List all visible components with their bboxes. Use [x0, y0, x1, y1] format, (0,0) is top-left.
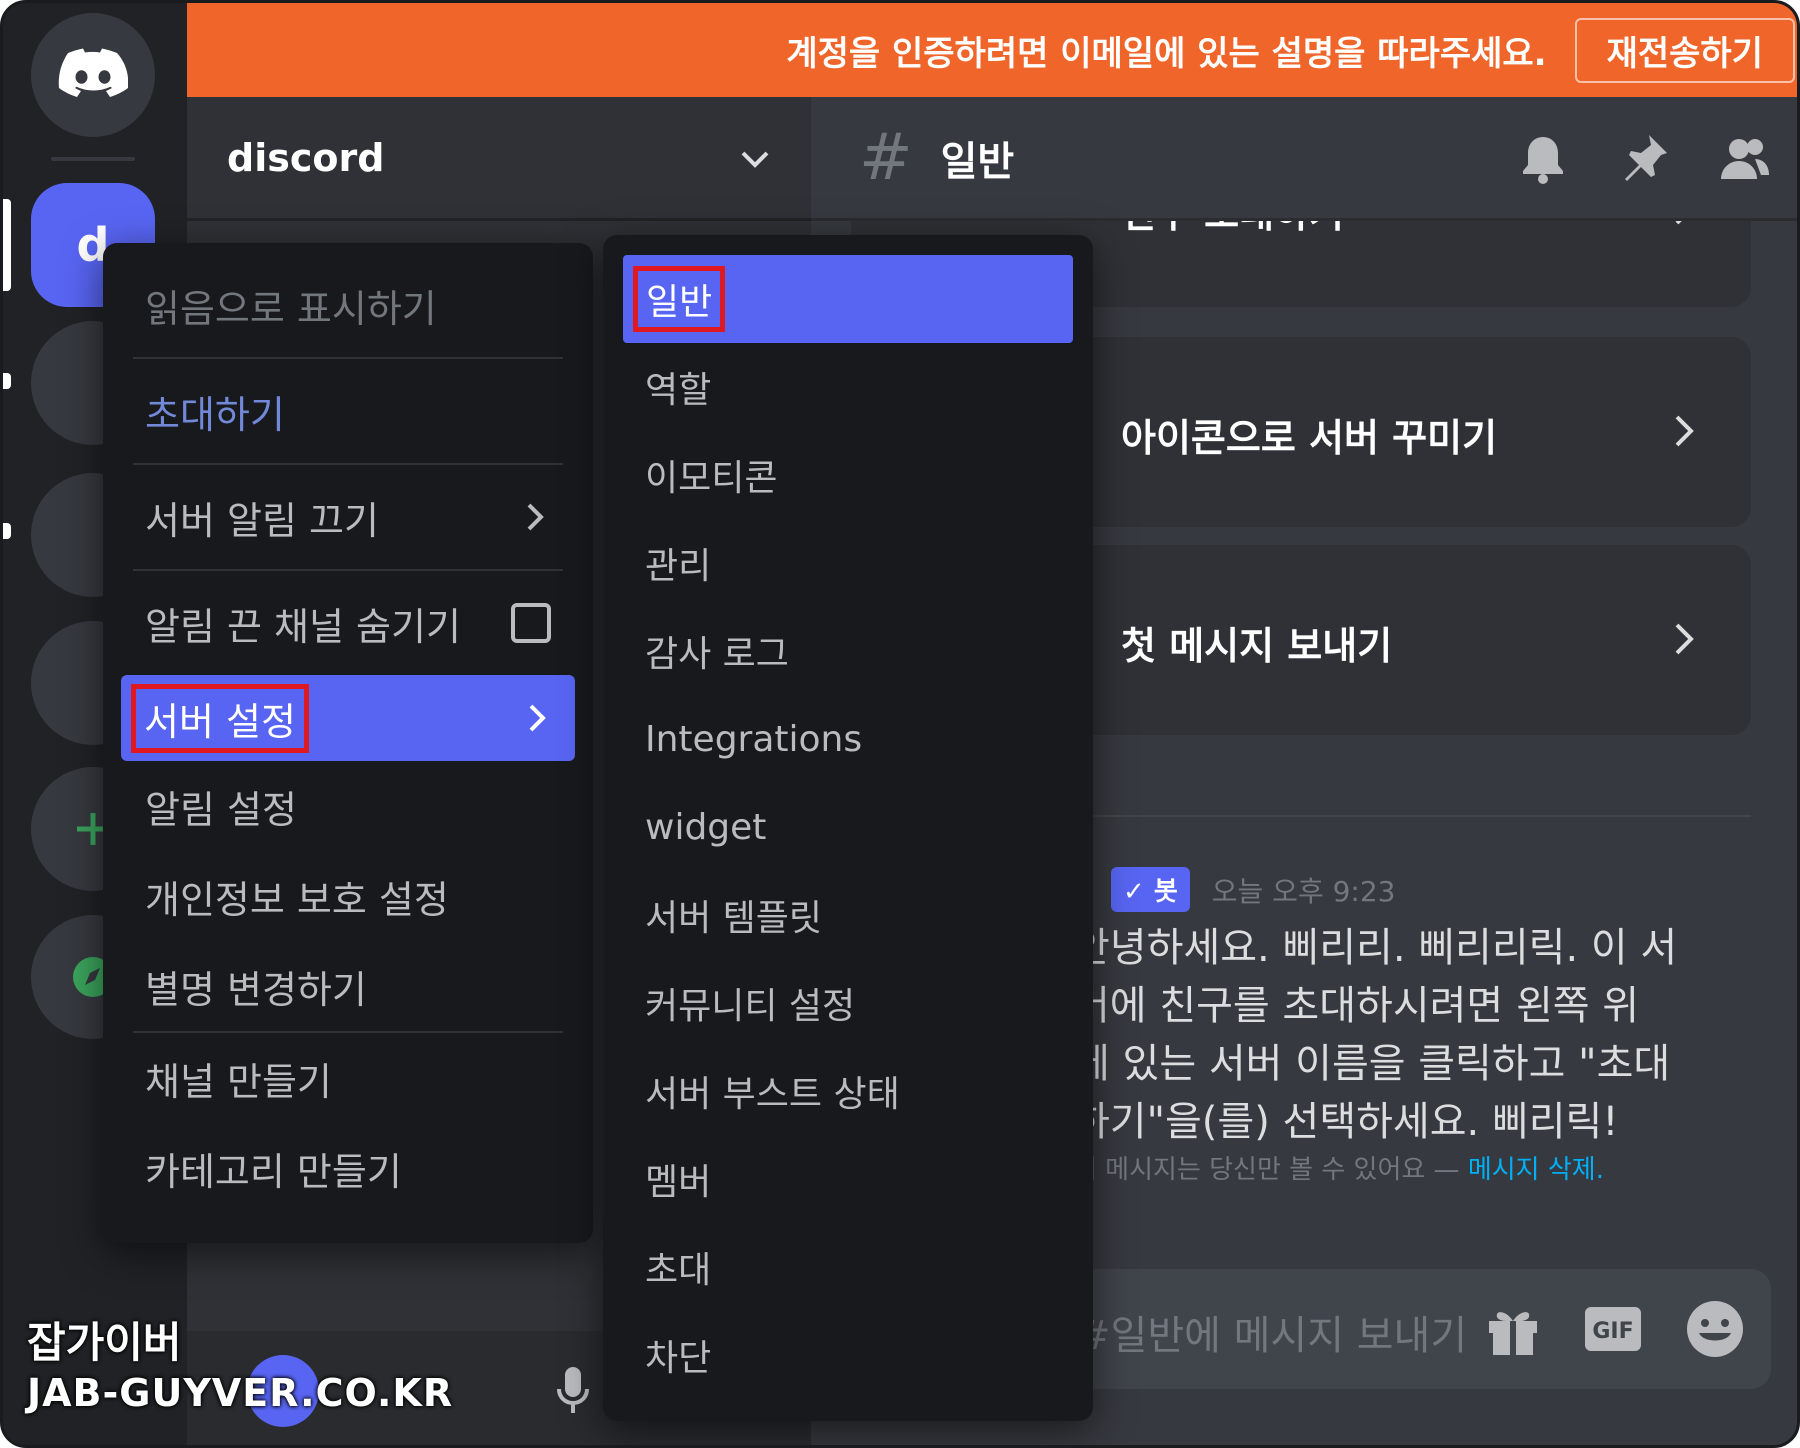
- submenu-item-boost-status[interactable]: 서버 부스트 상태: [623, 1047, 1073, 1135]
- card-label: 첫 메시지 보내기: [1121, 624, 1393, 668]
- selected-server-pill: [3, 199, 11, 291]
- discord-logo-icon: [58, 48, 128, 97]
- message-line: 에 있는 서버 이름을 클릭하고 "초대: [1073, 1041, 1671, 1087]
- chevron-right-icon: [527, 503, 544, 531]
- channel-title: 일반: [940, 138, 1015, 185]
- menu-item-mark-read[interactable]: 읽음으로 표시하기: [123, 253, 573, 357]
- menu-item-invite[interactable]: 초대하기: [123, 359, 573, 463]
- server-context-menu: 읽음으로 표시하기 초대하기 서버 알림 끄기 알림 끈 채널 숨기기 서버 설…: [103, 243, 593, 1243]
- menu-item-label: 일반: [633, 266, 726, 332]
- ephemeral-note: 이 메시지는 당신만 볼 수 있어요 — 메시지 삭제.: [1073, 1149, 1604, 1186]
- submenu-item-moderation[interactable]: 관리: [623, 519, 1073, 607]
- menu-item-create-channel[interactable]: 채널 만들기: [123, 1033, 573, 1123]
- server-settings-submenu: 일반 역할 이모티콘 관리 감사 로그 Integrations widget …: [603, 235, 1093, 1421]
- message-timestamp: 오늘 오후 9:23: [1211, 874, 1396, 908]
- bot-badge: ✓ 봇: [1111, 867, 1190, 912]
- channel-hash-icon: #: [859, 120, 913, 195]
- server-header[interactable]: discord: [187, 97, 811, 221]
- channel-header: # 일반: [811, 97, 1797, 221]
- submenu-item-server-template[interactable]: 서버 템플릿: [623, 871, 1073, 959]
- discord-home-button[interactable]: [31, 13, 155, 137]
- watermark-url: JAB-GUYVER.CO.KR: [27, 1371, 454, 1415]
- message-line: 하기"을(를) 선택하세요. 삐리릭!: [1073, 1099, 1619, 1145]
- chevron-right-icon: [1675, 623, 1694, 655]
- submenu-item-invites[interactable]: 초대: [623, 1223, 1073, 1311]
- pin-icon[interactable]: [1615, 131, 1671, 187]
- menu-item-label: 알림 끈 채널 숨기기: [145, 604, 461, 649]
- message-meta: ✓ 봇 오늘 오후 9:23: [1111, 867, 1395, 912]
- svg-text:GIF: GIF: [1592, 1319, 1633, 1344]
- menu-item-label: 서버 알림 끄기: [145, 498, 379, 543]
- submenu-item-bans[interactable]: 차단: [623, 1311, 1073, 1399]
- menu-item-mute-server[interactable]: 서버 알림 끄기: [123, 465, 573, 569]
- members-icon[interactable]: [1715, 131, 1771, 187]
- gif-icon[interactable]: GIF: [1581, 1297, 1645, 1361]
- submenu-item-members[interactable]: 멤버: [623, 1135, 1073, 1223]
- ephemeral-text: 이 메시지는 당신만 볼 수 있어요 —: [1073, 1155, 1460, 1185]
- submenu-item-overview[interactable]: 일반: [623, 255, 1073, 343]
- menu-item-notification-settings[interactable]: 알림 설정: [123, 761, 573, 851]
- microphone-icon[interactable]: [555, 1365, 591, 1417]
- message-line: 안녕하세요. 삐리리. 삐리리릭. 이 서: [1073, 925, 1678, 971]
- verify-email-banner: 계정을 인증하려면 이메일에 있는 설명을 따라주세요. 재전송하기: [187, 3, 1797, 97]
- unread-pill: [3, 523, 11, 539]
- submenu-item-audit-log[interactable]: 감사 로그: [623, 607, 1073, 695]
- menu-item-hide-muted[interactable]: 알림 끈 채널 숨기기: [123, 571, 573, 675]
- gift-icon[interactable]: [1481, 1297, 1545, 1361]
- menu-item-change-nickname[interactable]: 별명 변경하기: [123, 941, 573, 1031]
- unread-pill: [3, 373, 11, 389]
- submenu-item-community[interactable]: 커뮤니티 설정: [623, 959, 1073, 1047]
- menu-item-privacy-settings[interactable]: 개인정보 보호 설정: [123, 851, 573, 941]
- checkbox[interactable]: [511, 603, 551, 643]
- menu-item-create-category[interactable]: 카테고리 만들기: [123, 1123, 573, 1213]
- watermark-title: 잡가이버: [27, 1318, 182, 1367]
- menu-item-server-settings[interactable]: 서버 설정: [121, 675, 575, 761]
- rail-separator: [51, 157, 135, 161]
- submenu-item-widget[interactable]: widget: [623, 783, 1073, 871]
- menu-item-label: 서버 설정: [131, 683, 309, 753]
- bell-icon[interactable]: [1515, 131, 1571, 187]
- message-line: 버에 친구를 초대하시려면 왼쪽 위: [1073, 983, 1640, 1029]
- delete-message-link[interactable]: 메시지 삭제.: [1468, 1155, 1604, 1185]
- chevron-right-icon: [529, 704, 546, 732]
- submenu-item-integrations[interactable]: Integrations: [623, 695, 1073, 783]
- submenu-item-emoji[interactable]: 이모티콘: [623, 431, 1073, 519]
- discord-window: d 계정을 인증하려면 이메일에 있는 설명을 따라주세요. 재전송하기 dis…: [0, 0, 1800, 1448]
- banner-text: 계정을 인증하려면 이메일에 있는 설명을 따라주세요.: [786, 33, 1547, 74]
- chevron-right-icon: [1675, 415, 1694, 447]
- card-label: 아이콘으로 서버 꾸미기: [1121, 416, 1498, 460]
- composer-placeholder: #일반에 메시지 보내기: [1077, 1313, 1468, 1359]
- emoji-icon[interactable]: [1683, 1297, 1747, 1361]
- chevron-down-icon: [741, 151, 769, 168]
- resend-button[interactable]: 재전송하기: [1574, 17, 1795, 83]
- submenu-item-roles[interactable]: 역할: [623, 343, 1073, 431]
- server-name: discord: [227, 135, 385, 180]
